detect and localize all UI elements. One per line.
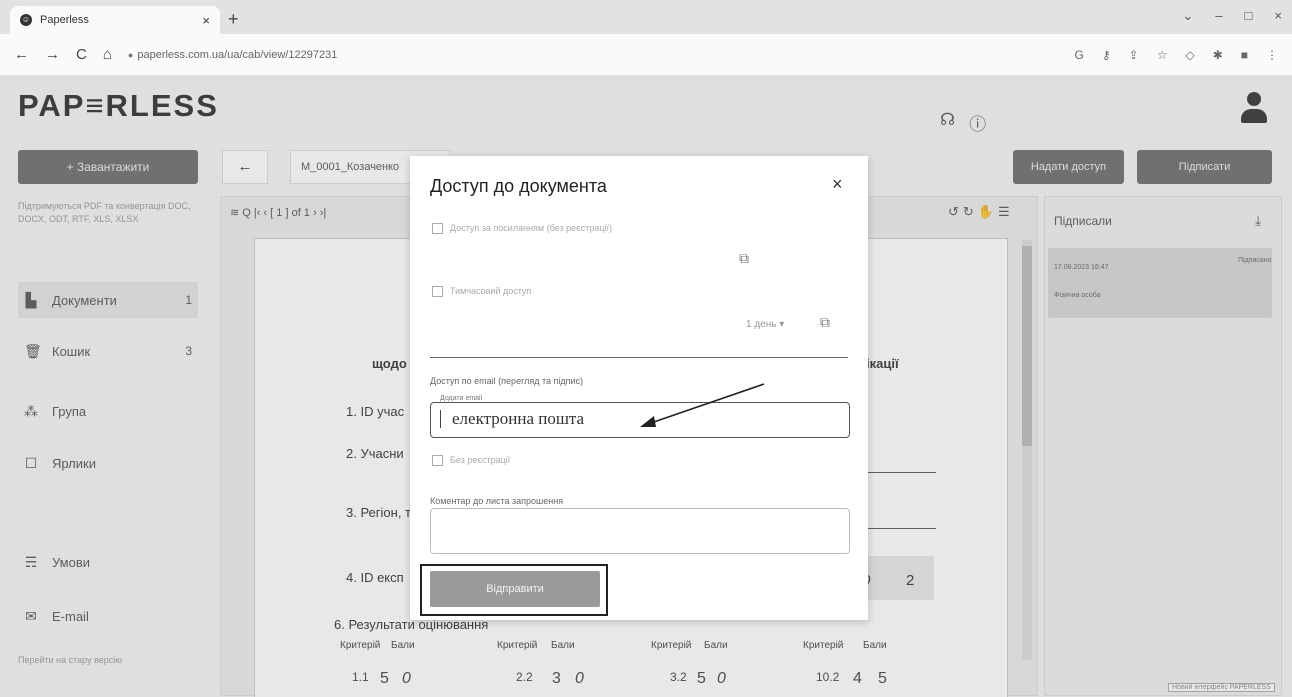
no-registration-label: Без реєстрації <box>450 455 511 465</box>
sidepanel-icon[interactable]: ■ <box>1241 48 1248 62</box>
reload-icon[interactable]: C <box>76 46 87 63</box>
address-bar-icons: G ⚷ ⇪ ☆ ◇ ✱ ■ ⋮ <box>1074 48 1278 62</box>
comment-textarea[interactable] <box>430 508 850 554</box>
tab-title: Paperless <box>40 14 89 26</box>
new-tab-button[interactable]: + <box>228 9 239 30</box>
copy-icon[interactable]: ⧉ <box>820 314 830 331</box>
extension-icon[interactable]: ◇ <box>1185 48 1194 62</box>
send-button[interactable]: Відправити <box>430 571 600 607</box>
extensions-puzzle-icon[interactable]: ✱ <box>1213 48 1223 62</box>
email-access-heading: Доступ по email (перегляд та підпис) <box>430 376 584 386</box>
text-caret <box>440 410 441 428</box>
temporary-access-checkbox[interactable] <box>432 286 443 297</box>
browser-tab[interactable]: ☺ Paperless × <box>10 6 220 34</box>
temporary-access-label: Тимчасовий доступ <box>450 286 532 296</box>
menu-kebab-icon[interactable]: ⋮ <box>1266 48 1278 62</box>
minimize-button[interactable]: – <box>1215 8 1222 24</box>
key-icon[interactable]: ⚷ <box>1102 48 1111 62</box>
comment-label: Коментар до листа запрошення <box>430 496 564 506</box>
days-select-value: 1 день <box>746 319 777 330</box>
email-input-label: Додати email <box>438 395 485 402</box>
tab-close-icon[interactable]: × <box>202 13 210 28</box>
bookmark-star-icon[interactable]: ☆ <box>1157 48 1168 62</box>
days-select[interactable]: 1 день ▾ <box>746 319 784 330</box>
paperless-favicon-icon: ☺ <box>20 14 32 26</box>
no-registration-checkbox[interactable] <box>432 455 443 466</box>
copy-icon[interactable]: ⧉ <box>739 250 749 267</box>
window-close-button[interactable]: × <box>1274 8 1282 24</box>
modal-title: Доступ до документа <box>430 176 607 196</box>
email-input-value: електронна пошта <box>452 409 585 428</box>
window-controls: ⌄ – □ × <box>1182 8 1282 24</box>
link-access-label: Доступ за посиланням (без реєстрації) <box>450 223 612 233</box>
back-arrow-icon[interactable]: ← <box>14 46 29 63</box>
translate-icon[interactable]: G <box>1074 48 1083 62</box>
address-bar: ← → C ⌂ ● paperless.com.ua/ua/cab/view/1… <box>0 34 1292 76</box>
tab-search-icon[interactable]: ⌄ <box>1182 8 1193 24</box>
home-icon[interactable]: ⌂ <box>103 46 112 63</box>
share-icon[interactable]: ⇪ <box>1129 48 1139 62</box>
lock-icon: ● <box>127 49 134 60</box>
link-access-checkbox[interactable] <box>432 223 443 234</box>
forward-arrow-icon[interactable]: → <box>45 46 60 63</box>
maximize-button[interactable]: □ <box>1245 8 1253 24</box>
browser-tab-bar: ☺ Paperless × + ⌄ – □ × <box>0 0 1292 34</box>
url-field[interactable]: paperless.com.ua/ua/cab/view/12297231 <box>137 49 337 61</box>
modal-divider <box>430 357 848 358</box>
close-icon[interactable]: × <box>832 174 843 195</box>
